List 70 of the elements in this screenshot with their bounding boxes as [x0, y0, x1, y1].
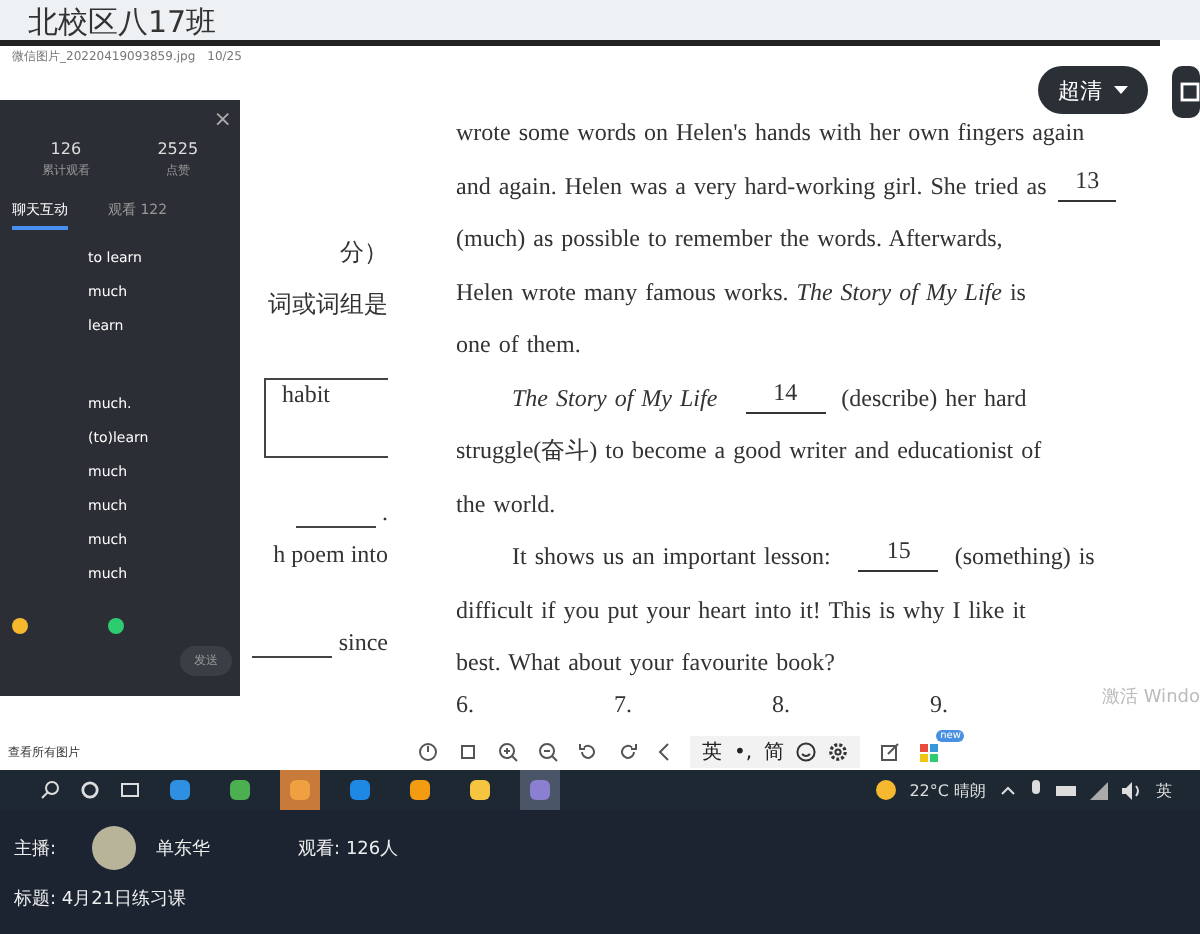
weather-text[interactable]: 22°C 晴朗 [909, 779, 986, 801]
passage-text: difficult if you put your heart into it! This is why I like it [456, 593, 1026, 628]
caret-icon [1114, 86, 1128, 94]
chevron-left-icon[interactable] [658, 742, 670, 762]
crop-icon[interactable] [458, 742, 478, 762]
wifi-icon[interactable] [1090, 781, 1108, 799]
avatar-icon [92, 826, 137, 870]
zoom-in-icon[interactable] [498, 742, 518, 762]
question-number: 9. [930, 689, 948, 719]
passage-text: (describe) her hard [841, 381, 1027, 415]
task-view-icon[interactable] [120, 780, 140, 800]
stream-title: 标题: 4月21日练习课 [14, 887, 189, 912]
passage-fragment: . [382, 498, 388, 528]
folder-icon[interactable] [468, 778, 492, 802]
room-title: 北校区八17班 [28, 4, 217, 40]
stat-value: 126 [50, 140, 82, 158]
zoom-out-icon[interactable] [538, 742, 558, 762]
passage-fragment: 词或词组是 [268, 288, 388, 322]
answer-blank: 15 [858, 530, 939, 572]
passage-text: the world. [456, 487, 556, 521]
ime-indicator[interactable]: 英 [1156, 779, 1172, 801]
question-number: 7. [614, 689, 632, 719]
microphone-icon[interactable] [1030, 780, 1042, 800]
round-app-icon[interactable] [408, 778, 432, 802]
passage-text: The Story of My Life [512, 381, 718, 416]
passage-text: and again. Helen was a very hard-working girl. She tried as [456, 169, 1047, 204]
viewer-count: 观看: 126人 [298, 837, 399, 861]
edit-icon[interactable] [880, 742, 901, 762]
host-label: 主播: [14, 837, 57, 861]
answer-blank: 14 [745, 371, 826, 413]
volume-icon[interactable] [1122, 781, 1142, 799]
passage-text: (much) as possible to remember the words. Afterwards, [456, 222, 1003, 256]
passage-text: It shows us an important lesson: [512, 540, 831, 574]
word-box: habit [264, 378, 388, 458]
passage-fragment: since [338, 628, 388, 658]
rotate-right-icon[interactable] [618, 742, 638, 762]
browser-icon[interactable] [168, 778, 192, 802]
passage-text: best. What about your favourite book? [456, 646, 835, 680]
question-number: 6. [456, 689, 474, 719]
circle-icon[interactable] [80, 780, 100, 800]
status-dot-icon[interactable] [12, 618, 28, 634]
round-app-icon[interactable] [228, 778, 252, 802]
ime-key[interactable]: •, [734, 741, 753, 763]
host-name: 单东华 [156, 837, 211, 861]
rotate-left-icon[interactable] [578, 742, 598, 762]
activation-watermark: 激活 Windo [1102, 685, 1200, 710]
question-number: 8. [772, 689, 790, 719]
ime-key[interactable]: 英 [702, 738, 722, 766]
apps-icon[interactable] [920, 743, 939, 761]
app-icon[interactable] [348, 778, 372, 802]
stat-value: 2525 [157, 140, 199, 158]
passage-text: one of them. [456, 328, 581, 362]
power-icon[interactable] [418, 742, 438, 762]
passage-text: struggle(奋斗) to become a good writer and educationist of [456, 434, 1042, 468]
quality-dropdown[interactable]: 超清 [1038, 66, 1148, 114]
settings-icon[interactable] [828, 742, 849, 762]
search-icon[interactable] [40, 780, 60, 800]
ime-key[interactable]: 简 [764, 738, 785, 766]
sun-icon[interactable] [875, 780, 896, 800]
passage-text: (something) is [954, 540, 1095, 574]
close-button[interactable]: × [213, 108, 232, 132]
share-icon[interactable] [1172, 66, 1200, 118]
status-dot-icon[interactable] [108, 618, 124, 634]
passage-text: Helen wrote many famous works. The Story of My Life is [456, 275, 1026, 310]
passage-fragment: h poem into [273, 538, 388, 572]
smiley-icon[interactable] [796, 742, 817, 762]
passage-text: wrote some words on Helen's hands with her own fingers again [456, 116, 1085, 150]
chevron-up-icon[interactable] [1000, 784, 1016, 796]
answer-blank: 13 [1058, 159, 1116, 201]
passage-fragment: 分） [340, 236, 388, 270]
